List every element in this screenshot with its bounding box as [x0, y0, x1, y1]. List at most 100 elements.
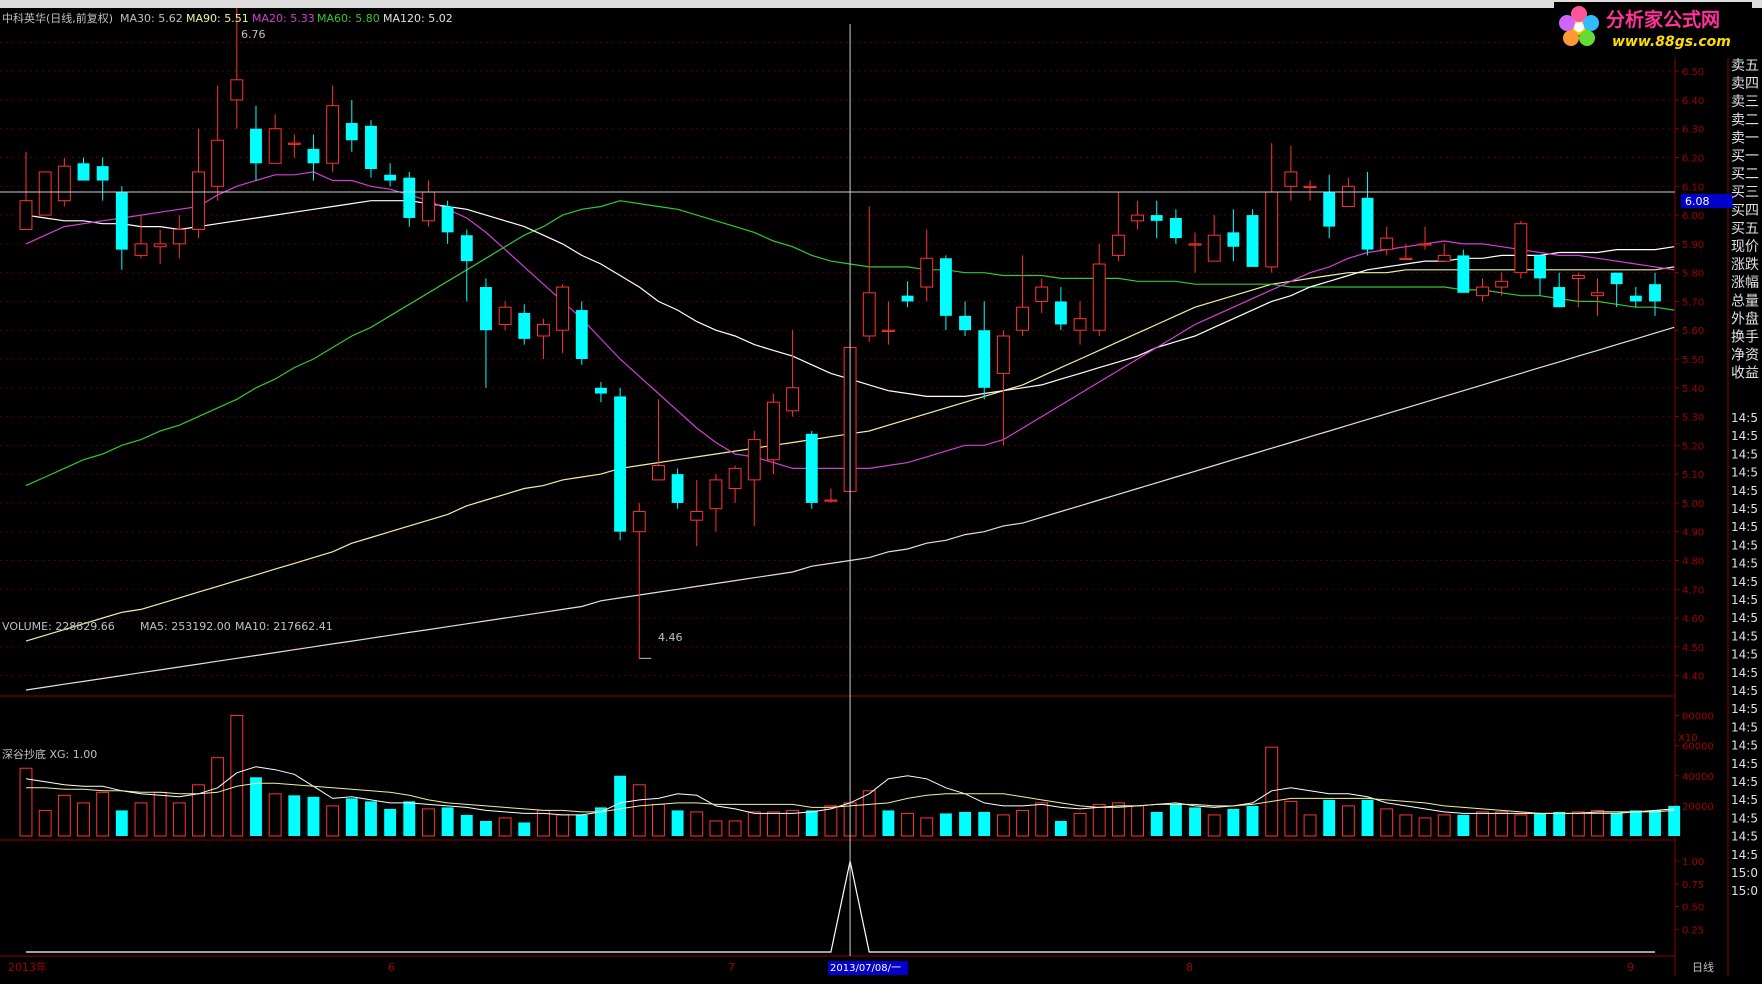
tick-time-label: 14:5 — [1731, 502, 1758, 516]
candle-body-up — [19, 200, 33, 230]
volume-bar-down — [959, 811, 972, 836]
candle-body-up — [134, 243, 148, 256]
candle-body-up — [192, 171, 205, 230]
volume-bar-up — [268, 793, 282, 837]
volume-bar-up — [1092, 803, 1106, 837]
logo-url: www.88gs.com — [1612, 34, 1731, 50]
candle-body-up — [1016, 306, 1030, 331]
volume-bar-down — [1054, 820, 1067, 836]
candle-body-down — [805, 433, 818, 503]
price-tick-label: 5.70 — [1682, 297, 1704, 308]
candle-body-down — [1361, 197, 1374, 250]
candle-body-down — [1610, 272, 1623, 285]
volume-bar-down — [441, 807, 454, 836]
volume-bar-up — [57, 794, 71, 837]
candle-body-up — [556, 286, 570, 331]
candle-body-down — [345, 122, 358, 141]
tick-time-label: 14:5 — [1731, 757, 1758, 771]
volume-bar-up — [1514, 814, 1528, 837]
tick-time-label: 14:5 — [1731, 411, 1758, 425]
tick-time-label: 14:5 — [1731, 520, 1758, 534]
quote-field-label: 卖五 — [1731, 58, 1759, 74]
volume-tick-label: 80000 — [1682, 712, 1714, 723]
candle-body-down — [1054, 301, 1067, 325]
candle-body-down — [77, 163, 90, 181]
price-tick-label: 4.80 — [1682, 556, 1704, 567]
candle-body-up — [153, 243, 167, 248]
candle-body-up — [728, 467, 742, 490]
tick-time-label: 14:5 — [1731, 611, 1758, 625]
volume-bar-up — [901, 812, 915, 837]
candle-body-up — [651, 464, 665, 481]
candle-body-up — [230, 79, 244, 101]
volume-axis: 80000600004000020000 — [1675, 712, 1714, 813]
quote-side-panel: 卖五卖四卖三卖二卖一买一买二买三买四买五现价涨跌涨幅总量外盘换手净资收益 14:5… — [1731, 58, 1759, 898]
candle-body-up — [172, 228, 186, 245]
volume-bar-up — [1131, 805, 1144, 837]
low-annotation: 4.46 — [658, 631, 683, 644]
volume-bar-down — [1610, 813, 1623, 836]
candle-body-down — [959, 315, 972, 331]
candle-body-down — [1457, 255, 1470, 293]
month-label-9: 9 — [1627, 961, 1634, 974]
candle-body-up — [1476, 286, 1489, 297]
candle-body-up — [38, 171, 52, 216]
period-label[interactable]: 日线 — [1692, 960, 1714, 974]
volume-bar-up — [766, 811, 780, 837]
candle-body-up — [422, 191, 435, 222]
volume-bar-up — [77, 802, 90, 837]
volume-bar-down — [1246, 805, 1259, 836]
candle-body-up — [287, 142, 301, 145]
volume-bar-up — [747, 811, 761, 837]
volume-unit-label: X10 — [1678, 733, 1698, 744]
volume-bar-up — [537, 809, 550, 837]
candle-body-down — [480, 287, 492, 331]
quote-field-label: 现价 — [1731, 239, 1759, 255]
quote-field-label: 买一 — [1731, 149, 1759, 165]
candle-body-down — [939, 258, 952, 316]
volume-bar-down — [575, 814, 588, 836]
volume-bar-up — [690, 811, 704, 837]
stock-chart[interactable]: 6.606.506.406.306.206.106.005.905.805.70… — [0, 8, 1762, 984]
price-tick-label: 5.40 — [1682, 384, 1704, 395]
volume-bar-down — [518, 822, 531, 836]
volume-bar-up — [96, 791, 110, 837]
volume-bar-down — [1534, 813, 1546, 836]
volume-bar-down — [805, 810, 818, 836]
tick-time-label: 14:5 — [1731, 629, 1758, 643]
quote-field-label: 卖四 — [1731, 76, 1759, 92]
candle-body-up — [881, 329, 895, 332]
candle-body-down — [1629, 295, 1642, 302]
candle-body-up — [268, 128, 282, 164]
volume-bar-up — [862, 790, 876, 837]
candle-body-down — [978, 330, 991, 388]
flower-logo-icon: 分析家公式网 www.88gs.com — [1559, 6, 1731, 50]
volume-bar-up — [1284, 800, 1298, 837]
month-label-8: 8 — [1186, 961, 1193, 974]
candle-body-up — [1207, 234, 1221, 262]
tick-time-label: 15:0 — [1731, 866, 1758, 880]
volume-bar-up — [556, 814, 570, 837]
price-tick-label: 4.40 — [1682, 672, 1704, 683]
tick-time-label: 15:0 — [1731, 884, 1758, 898]
price-axis: 6.606.506.406.306.206.106.005.905.805.70… — [1675, 38, 1704, 683]
tick-time-label: 14:5 — [1731, 775, 1758, 789]
volume-bar-down — [384, 808, 397, 836]
indicator-tick-label: 0.50 — [1682, 903, 1704, 914]
high-annotation: 6.76 — [241, 28, 266, 41]
candle-body-up — [1265, 191, 1279, 268]
volume-legend: VOLUME: 228829.66 — [2, 620, 115, 633]
ma20-legend: MA20: 5.33 — [252, 12, 315, 25]
volume-bar-up — [211, 757, 225, 837]
price-tick-label: 5.20 — [1682, 441, 1704, 452]
candle-body-up — [1035, 286, 1049, 302]
candle-body-down — [1246, 215, 1259, 267]
candle-body-up — [326, 105, 340, 164]
volume-bar-up — [326, 805, 340, 837]
price-tick-label: 4.70 — [1682, 585, 1704, 596]
tick-time-label: 14:5 — [1731, 702, 1758, 716]
price-tick-label: 5.90 — [1682, 240, 1704, 251]
tick-time-label: 14:5 — [1731, 684, 1758, 698]
candle-body-down — [441, 206, 454, 233]
volume-bar-down — [882, 810, 895, 836]
